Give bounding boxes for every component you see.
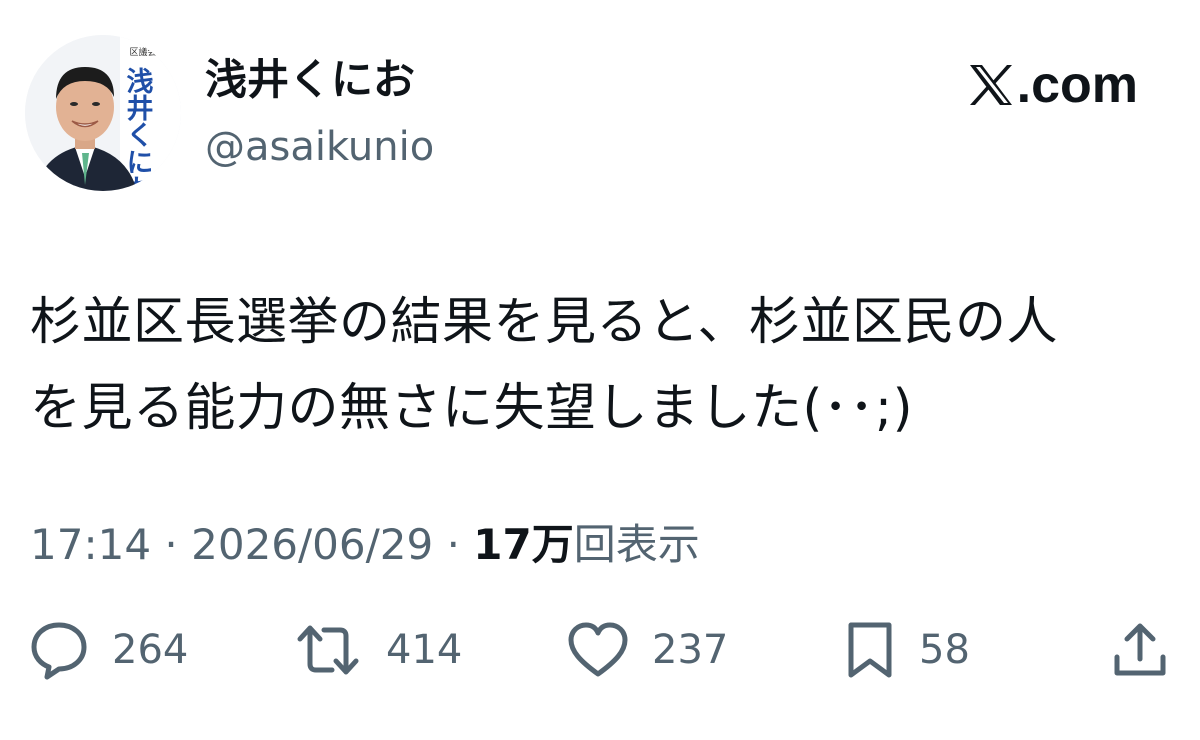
repost-icon [292,619,364,681]
avatar-caption: 区議会議員 [129,46,174,58]
avatar[interactable]: 区議会議員 浅井くにお [25,35,181,191]
like-button[interactable]: 237 [566,615,728,685]
heart-icon [566,620,630,680]
bookmark-count: 58 [919,627,970,673]
bookmark-button[interactable]: 58 [843,615,970,685]
reply-count: 264 [112,627,189,673]
x-logo-icon [967,63,1015,107]
views-count: 17万 [473,520,574,569]
author-handle[interactable]: @asaikunio [205,123,434,171]
share-icon [1110,619,1170,681]
reply-button[interactable]: 264 [28,615,188,685]
views-label: 回表示 [573,520,700,569]
reply-icon [28,619,90,681]
meta-separator: · [446,520,460,569]
like-count: 237 [652,627,729,673]
author-display-name[interactable]: 浅井くにお [205,55,415,105]
bookmark-icon [843,619,897,681]
brand-watermark: .com [967,55,1138,115]
brand-domain-text: .com [1016,56,1138,114]
tweet-text: 杉並区長選挙の結果を見ると、杉並区民の人 を見る能力の無さに失望しました(･･;… [30,280,1170,452]
tweet-time[interactable]: 17:14 [30,520,151,569]
repost-count: 414 [386,627,463,673]
meta-separator: · [164,520,178,569]
tweet-date[interactable]: 2026/06/29 [191,520,433,569]
tweet-text-line: を見る能力の無さに失望しました(･･;) [30,379,913,438]
tweet-meta: 17:14 · 2026/06/29 · 17万回表示 [30,517,700,573]
action-bar: 264 414 237 58 [0,615,1200,685]
share-button[interactable] [1110,615,1170,685]
repost-button[interactable]: 414 [292,615,462,685]
tweet-text-line: 杉並区長選挙の結果を見ると、杉並区民の人 [30,293,1058,352]
